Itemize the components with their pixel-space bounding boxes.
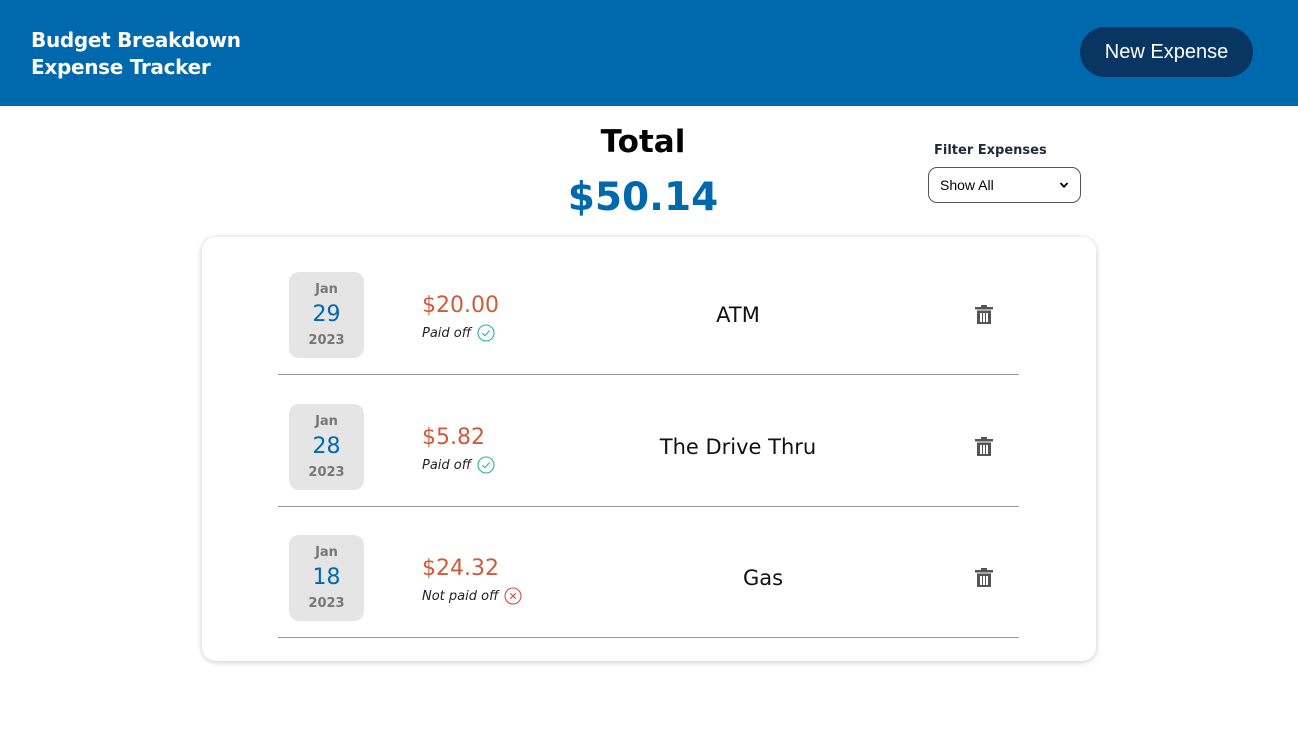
brand-title-line2: Expense Tracker — [31, 55, 211, 79]
date-day: 18 — [312, 565, 341, 590]
payment-status: Not paid off — [422, 587, 523, 605]
check-circle-icon — [477, 456, 495, 474]
payment-status-text: Not paid off — [422, 588, 499, 604]
date-year: 2023 — [308, 596, 345, 611]
payment-status: Paid off — [422, 324, 495, 342]
date-year: 2023 — [308, 333, 345, 348]
filter-selected-value: Show All — [940, 177, 994, 193]
expense-list: Jan 29 2023 $20.00 Paid off ATM Jan 28 2… — [202, 237, 1096, 661]
date-day: 29 — [312, 302, 341, 327]
chevron-down-icon — [1059, 182, 1069, 189]
payment-status-text: Paid off — [422, 457, 472, 473]
total-value: $50.14 — [567, 175, 719, 220]
date-day: 28 — [312, 434, 341, 459]
total-label: Total — [600, 124, 686, 160]
expense-row: Jan 28 2023 $5.82 Paid off The Drive Thr… — [278, 375, 1019, 507]
date-year: 2023 — [308, 465, 345, 480]
app-header: Budget Breakdown Expense Tracker New Exp… — [0, 0, 1298, 106]
date-month: Jan — [315, 545, 338, 560]
brand-title-line1: Budget Breakdown — [31, 28, 241, 52]
new-expense-button[interactable]: New Expense — [1080, 27, 1253, 77]
expense-row: Jan 18 2023 $24.32 Not paid off Gas — [278, 506, 1019, 638]
date-month: Jan — [315, 282, 338, 297]
expense-amount: $24.32 — [422, 556, 499, 581]
expense-amount: $5.82 — [422, 425, 485, 450]
expense-name: The Drive Thru — [659, 435, 817, 459]
payment-status: Paid off — [422, 456, 495, 474]
date-badge: Jan 28 2023 — [289, 404, 364, 490]
trash-icon[interactable] — [975, 305, 993, 325]
expense-amount: $20.00 — [422, 293, 499, 318]
check-circle-icon — [477, 324, 495, 342]
filter-label: Filter Expenses — [934, 143, 1047, 158]
payment-status-text: Paid off — [422, 325, 472, 341]
date-badge: Jan 18 2023 — [289, 535, 364, 621]
brand-title: Budget Breakdown Expense Tracker — [31, 27, 241, 81]
date-month: Jan — [315, 414, 338, 429]
trash-icon[interactable] — [975, 568, 993, 588]
expense-name: ATM — [716, 303, 760, 327]
filter-select[interactable]: Show All — [928, 167, 1081, 203]
expense-row: Jan 29 2023 $20.00 Paid off ATM — [278, 243, 1019, 375]
trash-icon[interactable] — [975, 437, 993, 457]
x-circle-icon — [504, 587, 523, 605]
expense-name: Gas — [742, 566, 784, 590]
date-badge: Jan 29 2023 — [289, 272, 364, 358]
